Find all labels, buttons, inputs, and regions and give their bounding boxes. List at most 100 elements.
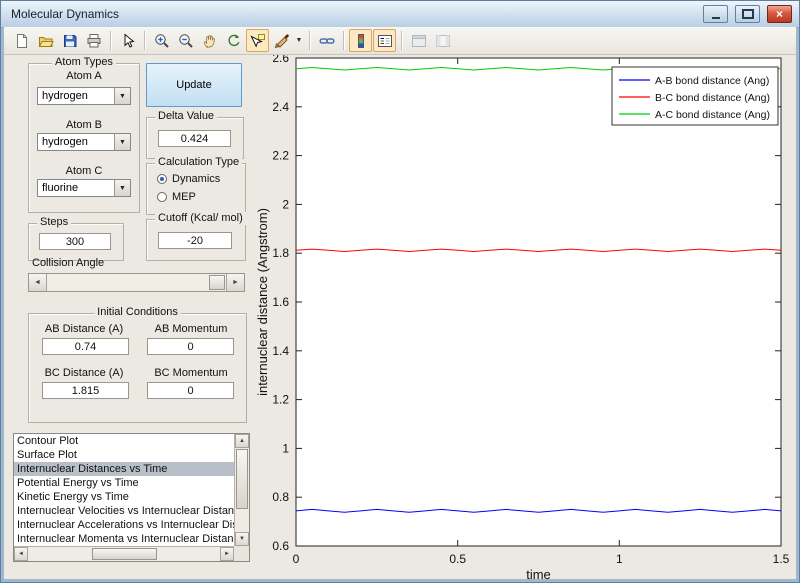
toolbar: ▼ [4, 27, 796, 55]
steps-field[interactable] [39, 233, 111, 250]
toolbar-separator [309, 31, 310, 50]
horizontal-scrollbar[interactable]: ◄ ► [14, 546, 234, 561]
rotate-3d-icon [227, 34, 239, 46]
list-item[interactable]: Internuclear Momenta vs Internuclear Dis… [14, 532, 234, 546]
chevron-down-icon[interactable]: ▼ [114, 134, 130, 150]
zoom-in-icon [154, 33, 169, 48]
svg-text:1.5: 1.5 [773, 552, 790, 566]
insert-legend-button[interactable] [373, 29, 396, 52]
delta-value-field[interactable] [158, 130, 231, 147]
atom-b-label: Atom B [65, 119, 103, 131]
list-item[interactable]: Kinetic Energy vs Time [14, 490, 234, 504]
rotate-3d-button[interactable] [222, 29, 245, 52]
svg-text:A-B bond distance (Ang): A-B bond distance (Ang) [655, 75, 769, 87]
svg-text:0.6: 0.6 [272, 539, 289, 553]
x-axis-label: time [526, 567, 551, 579]
svg-text:0.5: 0.5 [449, 552, 466, 566]
data-cursor-icon [250, 33, 265, 47]
link-plot-button[interactable] [315, 29, 338, 52]
radio-mep[interactable]: MEP [157, 191, 196, 203]
save-button[interactable] [58, 29, 81, 52]
list-item[interactable]: Internuclear Velocities vs Internuclear … [14, 504, 234, 518]
pan-button[interactable] [198, 29, 221, 52]
chevron-down-icon[interactable]: ▼ [114, 88, 130, 104]
vertical-scrollbar[interactable]: ▲ ▼ [234, 434, 249, 546]
atom-b-value: hydrogen [42, 136, 88, 148]
show-plot-tools-icon [435, 34, 450, 47]
update-button[interactable]: Update [146, 63, 242, 107]
hide-plot-tools-button [407, 29, 430, 52]
list-item[interactable]: Internuclear Accelerations vs Internucle… [14, 518, 234, 532]
window-controls: × [703, 5, 792, 23]
minimize-button[interactable] [703, 5, 728, 23]
ab-distance-label: AB Distance (A) [44, 323, 124, 335]
arrow-right-icon: ► [232, 279, 239, 286]
bc-momentum-field[interactable] [147, 382, 234, 399]
brush-dropdown-arrow-icon[interactable]: ▼ [294, 30, 304, 51]
data-cursor-button[interactable] [246, 29, 269, 52]
scroll-left-icon[interactable]: ◄ [14, 547, 28, 561]
open-file-button[interactable] [34, 29, 57, 52]
figure-area: Atom Types Atom A hydrogen ▼ Atom B hydr… [4, 55, 796, 579]
svg-text:2.2: 2.2 [272, 149, 289, 163]
atom-a-select[interactable]: hydrogen ▼ [37, 87, 131, 105]
close-button[interactable]: × [767, 5, 792, 23]
list-item[interactable]: Contour Plot [14, 434, 234, 448]
vscroll-thumb[interactable] [236, 449, 248, 509]
initial-conditions-title: Initial Conditions [94, 306, 181, 319]
scroll-down-icon[interactable]: ▼ [235, 532, 249, 546]
atom-b-select[interactable]: hydrogen ▼ [37, 133, 131, 151]
title-bar[interactable]: Molecular Dynamics × [1, 1, 799, 28]
list-item[interactable]: Internuclear Distances vs Time [14, 462, 234, 476]
scroll-up-icon[interactable]: ▲ [235, 434, 249, 448]
svg-text:1.8: 1.8 [272, 246, 289, 260]
svg-text:2.6: 2.6 [272, 55, 289, 65]
edit-plot-button[interactable] [116, 29, 139, 52]
print-icon [87, 33, 100, 47]
plot-type-list: Contour Plot Surface Plot Internuclear Dis… [14, 434, 234, 546]
collision-angle-label: Collision Angle [32, 257, 105, 269]
chevron-down-icon[interactable]: ▼ [114, 180, 130, 196]
slider-thumb[interactable] [209, 275, 225, 290]
toolbar-separator [110, 31, 111, 50]
hscroll-thumb[interactable] [92, 548, 157, 560]
atom-a-label: Atom A [66, 70, 102, 82]
radio-dynamics[interactable]: Dynamics [157, 173, 220, 185]
slider-track[interactable] [47, 274, 226, 291]
insert-colorbar-button[interactable] [349, 29, 372, 52]
radio-selected-icon [157, 174, 167, 184]
legend[interactable]: A-B bond distance (Ang) B-C bond distance… [611, 66, 779, 126]
new-file-button[interactable] [10, 29, 33, 52]
collision-angle-slider[interactable]: ◄ ► [28, 273, 245, 292]
maximize-button[interactable] [735, 5, 760, 23]
radio-unselected-icon [157, 192, 167, 202]
brush-button[interactable] [270, 29, 293, 52]
atom-c-select[interactable]: fluorine ▼ [37, 179, 131, 197]
toolbar-separator [401, 31, 402, 50]
print-button[interactable] [82, 29, 105, 52]
list-item[interactable]: Surface Plot [14, 448, 234, 462]
zoom-in-button[interactable] [150, 29, 173, 52]
slider-right-button[interactable]: ► [226, 274, 244, 291]
zoom-out-button[interactable] [174, 29, 197, 52]
cutoff-field[interactable] [158, 232, 232, 249]
open-file-icon [38, 36, 54, 47]
minimize-icon [711, 17, 720, 19]
toolbar-separator [343, 31, 344, 50]
app-window: Molecular Dynamics × ▼ Atom Types Atom A… [0, 0, 800, 583]
list-item[interactable]: Potential Energy vs Time [14, 476, 234, 490]
slider-left-button[interactable]: ◄ [29, 274, 47, 291]
ab-momentum-field[interactable] [147, 338, 234, 355]
bc-distance-field[interactable] [42, 382, 129, 399]
atom-c-value: fluorine [42, 182, 79, 194]
ab-distance-field[interactable] [42, 338, 129, 355]
insert-legend-icon [377, 34, 392, 47]
plot-type-listbox: Contour Plot Surface Plot Internuclear Dis… [13, 433, 250, 562]
scroll-right-icon[interactable]: ► [220, 547, 234, 561]
window-title: Molecular Dynamics [11, 7, 120, 21]
arrow-left-icon: ◄ [34, 279, 41, 286]
svg-text:0.8: 0.8 [272, 490, 289, 504]
edit-plot-icon [124, 33, 135, 48]
svg-text:1.6: 1.6 [272, 295, 289, 309]
steps-panel: Steps [28, 216, 124, 261]
